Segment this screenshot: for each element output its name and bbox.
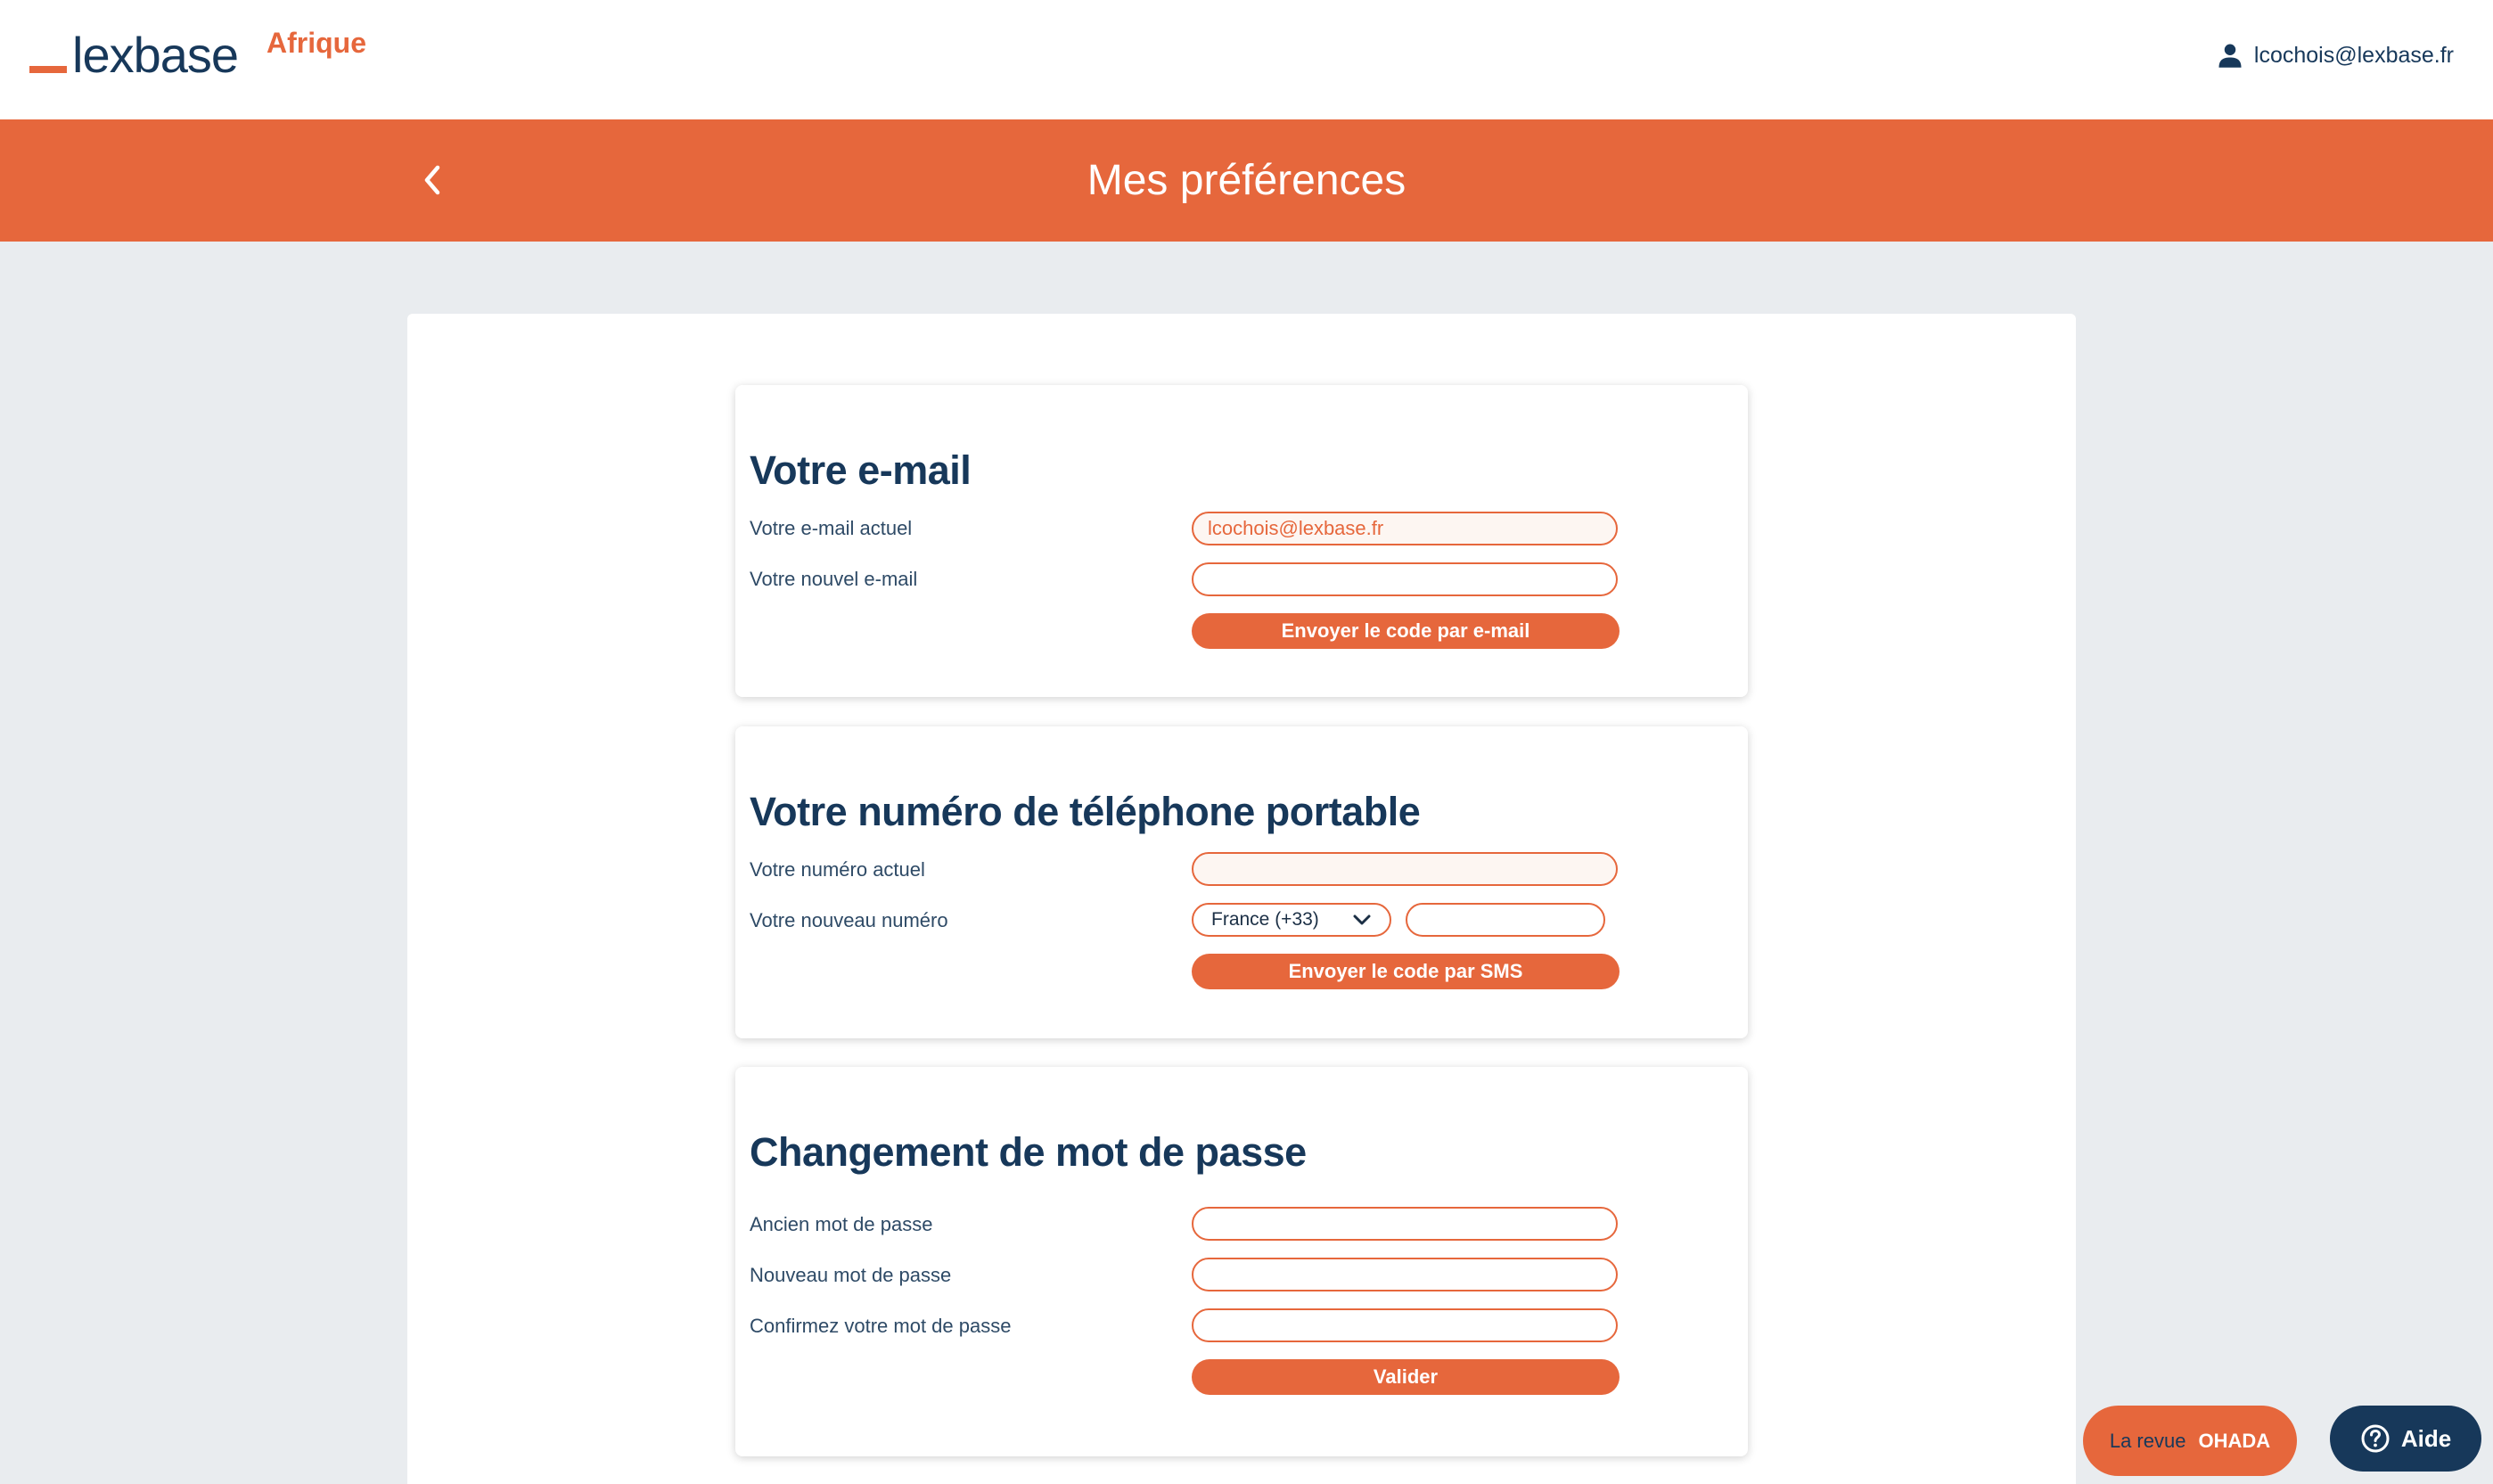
send-sms-code-button[interactable]: Envoyer le code par SMS <box>1192 954 1620 989</box>
page-banner: Mes préférences <box>0 119 2493 242</box>
new-email-label: Votre nouvel e-mail <box>750 568 918 590</box>
phone-section-title: Votre numéro de téléphone portable <box>750 789 1421 834</box>
current-phone-field[interactable] <box>1192 852 1618 886</box>
help-button[interactable]: Aide <box>2330 1406 2481 1472</box>
new-password-field[interactable] <box>1192 1258 1618 1291</box>
revue-prefix: La revue <box>2109 1429 2186 1452</box>
phone-section: Votre numéro de téléphone portable Votre… <box>735 726 1748 1038</box>
email-section-title: Votre e-mail <box>750 447 972 493</box>
password-section: Changement de mot de passe Ancien mot de… <box>735 1067 1748 1456</box>
help-label: Aide <box>2400 1424 2452 1452</box>
new-phone-label: Votre nouveau numéro <box>750 909 948 931</box>
current-email-label: Votre e-mail actuel <box>750 517 913 539</box>
old-password-label: Ancien mot de passe <box>750 1213 933 1235</box>
submit-password-button[interactable]: Valider <box>1192 1359 1620 1395</box>
help-circle-icon <box>2361 1424 2390 1453</box>
back-button[interactable] <box>410 155 455 205</box>
page-title: Mes préférences <box>1087 157 1406 204</box>
top-bar: lexbase Afrique lcochois@lexbase.fr <box>0 0 2493 119</box>
country-code-select[interactable]: France (+33) <box>1192 903 1391 937</box>
user-account-menu[interactable]: lcochois@lexbase.fr <box>2217 37 2454 73</box>
user-email: lcochois@lexbase.fr <box>2253 42 2454 68</box>
password-section-title: Changement de mot de passe <box>750 1129 1307 1175</box>
chevron-down-icon <box>1353 914 1371 925</box>
revue-name: OHADA <box>2198 1429 2271 1452</box>
new-email-field[interactable] <box>1192 562 1618 596</box>
new-phone-field[interactable] <box>1406 903 1605 937</box>
new-password-label: Nouveau mot de passe <box>750 1264 952 1286</box>
current-email-field[interactable] <box>1192 512 1618 545</box>
logo-dash <box>29 66 67 73</box>
country-code-value: France (+33) <box>1211 909 1319 930</box>
current-phone-label: Votre numéro actuel <box>750 858 925 881</box>
user-icon <box>2218 44 2242 68</box>
send-email-code-button[interactable]: Envoyer le code par e-mail <box>1192 613 1620 649</box>
chevron-left-icon <box>424 165 440 195</box>
confirm-password-field[interactable] <box>1192 1308 1618 1342</box>
confirm-password-label: Confirmez votre mot de passe <box>750 1315 1012 1337</box>
revue-ohada-button[interactable]: La revue OHADA <box>2083 1406 2297 1476</box>
email-section: Votre e-mail Votre e-mail actuel Votre n… <box>735 385 1748 697</box>
old-password-field[interactable] <box>1192 1207 1618 1241</box>
logo-wordmark: lexbase <box>72 27 239 83</box>
logo-subtitle: Afrique <box>267 27 366 59</box>
